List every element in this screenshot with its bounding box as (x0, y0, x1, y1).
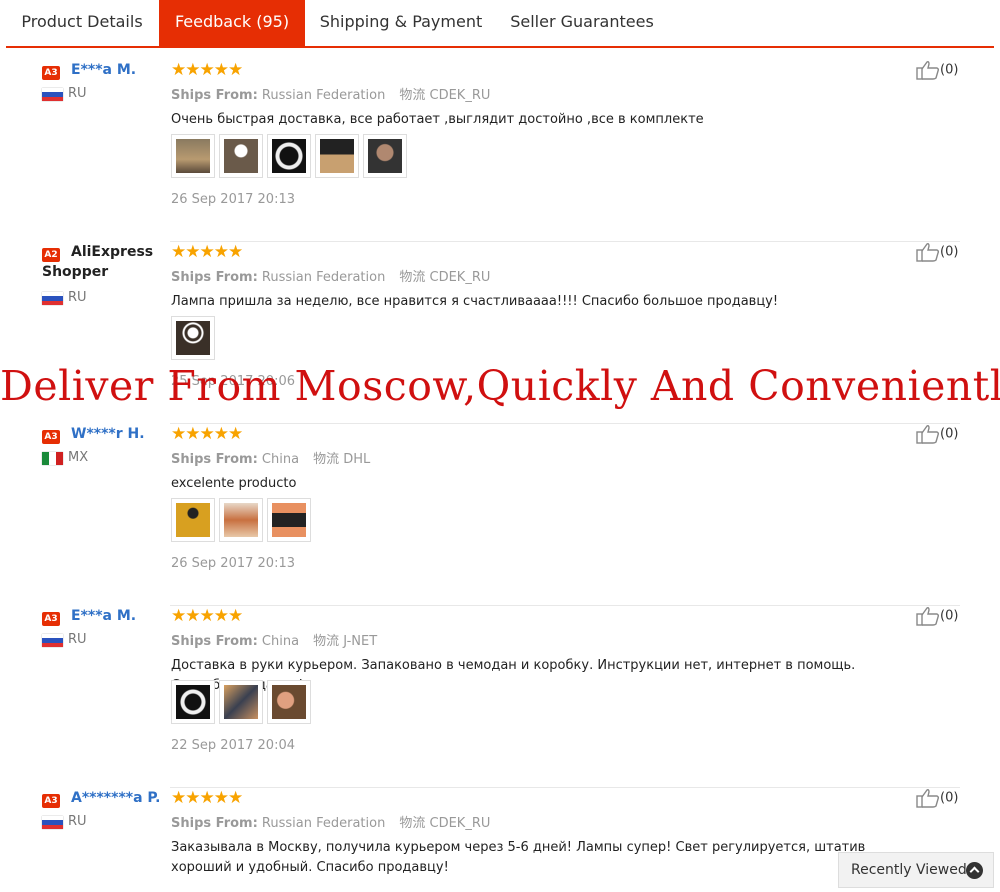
tab-product-details[interactable]: Product Details (6, 0, 158, 46)
review-text: excelente producto (171, 476, 297, 491)
russia-flag-icon (42, 292, 63, 305)
review-item: A3 W****r H. MX ★★★★★ Ships From: China 物… (0, 424, 1000, 606)
review-date: 26 Sep 2017 20:13 (171, 192, 295, 207)
thumbs-up-icon (916, 243, 940, 262)
rating-stars: ★★★★★ (171, 606, 243, 626)
review-photo-thumbnail[interactable] (267, 498, 311, 542)
thumbs-up-icon (916, 61, 940, 80)
buyer-name: A*******a P. (71, 790, 161, 806)
review-item: A3 E***a M. RU ★★★★★ Ships From: Russian… (0, 60, 1000, 242)
buyer-country: MX (68, 450, 89, 465)
buyer-name: AliExpress Shopper (42, 244, 154, 280)
review-photo-thumbnail[interactable] (219, 134, 263, 178)
buyer-name: E***a M. (71, 62, 137, 78)
review-photo-thumbnail[interactable] (219, 498, 263, 542)
tab-bar: Product Details Feedback (95) Shipping &… (6, 0, 994, 48)
buyer-name: W****r H. (71, 426, 145, 442)
helpful-button[interactable]: (0) (916, 242, 958, 262)
buyer-name: E***a M. (71, 608, 137, 624)
recently-viewed-button[interactable]: Recently Viewed (838, 852, 994, 888)
helpful-button[interactable]: (0) (916, 606, 958, 626)
review-photo-thumbnail[interactable] (363, 134, 407, 178)
review-photo-thumbnail[interactable] (315, 134, 359, 178)
russia-flag-icon (42, 634, 63, 647)
rating-stars: ★★★★★ (171, 60, 243, 80)
review-date: 26 Sep 2017 20:13 (171, 556, 295, 571)
buyer-country: RU (68, 86, 87, 101)
ships-from-info: Ships From: Russian Federation 物流 CDEK_RU (171, 88, 491, 103)
ships-from-info: Ships From: Russian Federation 物流 CDEK_RU (171, 270, 491, 285)
rating-stars: ★★★★★ (171, 788, 243, 808)
buyer-level-badge: A3 (42, 66, 60, 80)
thumbs-up-icon (916, 607, 940, 626)
helpful-button[interactable]: (0) (916, 788, 958, 808)
russia-flag-icon (42, 816, 63, 829)
review-photo-thumbnail[interactable] (267, 680, 311, 724)
tab-seller-guarantees[interactable]: Seller Guarantees (496, 0, 668, 46)
buyer-country: RU (68, 290, 87, 305)
russia-flag-icon (42, 88, 63, 101)
review-text: Очень быстрая доставка, все работает ,вы… (171, 112, 704, 127)
rating-stars: ★★★★★ (171, 424, 243, 444)
review-text: Лампа пришла за неделю, все нравится я с… (171, 294, 779, 309)
ships-from-info: Ships From: China 物流 J-NET (171, 634, 378, 649)
review-photo-thumbnail[interactable] (171, 680, 215, 724)
helpful-button[interactable]: (0) (916, 60, 958, 80)
review-photo-thumbnail[interactable] (171, 316, 215, 360)
tab-feedback[interactable]: Feedback (95) (159, 0, 305, 46)
recently-viewed-label: Recently Viewed (851, 862, 967, 878)
mexico-flag-icon (42, 452, 63, 465)
rating-stars: ★★★★★ (171, 242, 243, 262)
helpful-button[interactable]: (0) (916, 424, 958, 444)
buyer-level-badge: A3 (42, 430, 60, 444)
thumbs-up-icon (916, 789, 940, 808)
ships-from-info: Ships From: Russian Federation 物流 CDEK_RU (171, 816, 491, 831)
review-photo-thumbnail[interactable] (171, 134, 215, 178)
review-photo-thumbnail[interactable] (267, 134, 311, 178)
buyer-level-badge: A3 (42, 794, 60, 808)
review-item: A3 E***a M. RU ★★★★★ Ships From: China 物流… (0, 606, 1000, 788)
review-photo-thumbnail[interactable] (219, 680, 263, 724)
buyer-country: RU (68, 814, 87, 829)
review-date: 22 Sep 2017 20:04 (171, 738, 295, 753)
buyer-level-badge: A3 (42, 612, 60, 626)
thumbs-up-icon (916, 425, 940, 444)
ships-from-info: Ships From: China 物流 DHL (171, 452, 371, 467)
chevron-up-icon (966, 862, 983, 879)
buyer-country: RU (68, 632, 87, 647)
review-text: Заказывала в Москву, получила курьером ч… (171, 840, 866, 875)
tab-shipping-payment[interactable]: Shipping & Payment (306, 0, 496, 46)
promo-watermark-text: Deliver From Moscow,Quickly And Convenie… (0, 362, 1000, 410)
review-photo-thumbnail[interactable] (171, 498, 215, 542)
